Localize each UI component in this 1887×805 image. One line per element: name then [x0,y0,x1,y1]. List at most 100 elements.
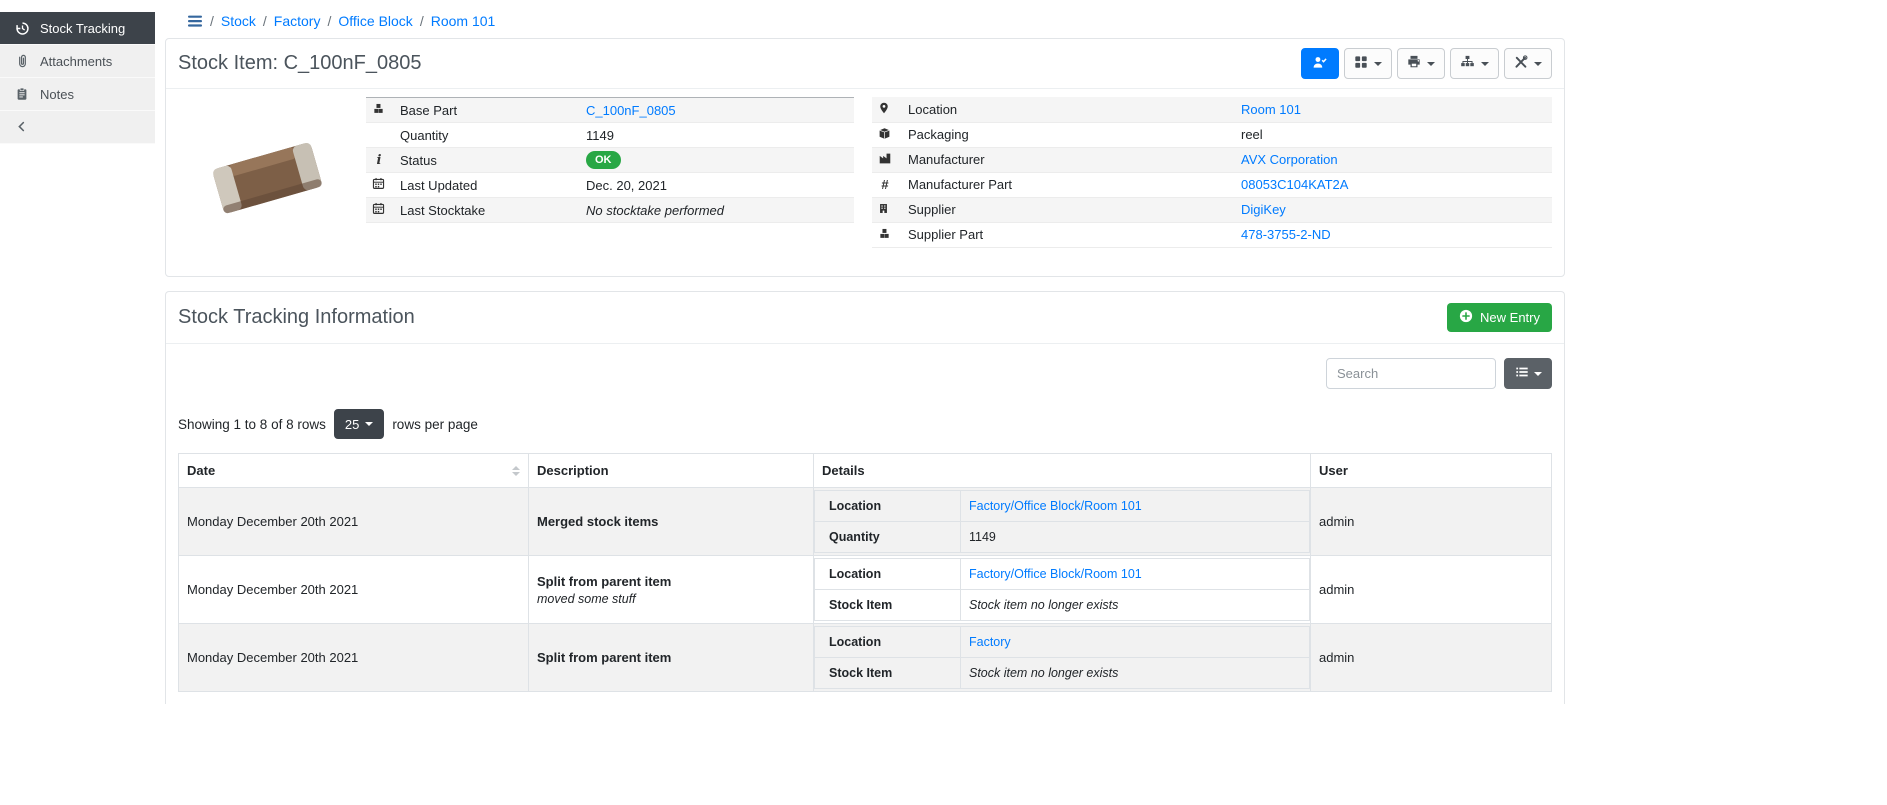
description-text: Split from parent item [537,650,805,665]
breadcrumb-link-stock[interactable]: Stock [221,13,256,29]
detail-row-manufacturer: Manufacturer AVX Corporation [872,147,1552,172]
tracking-row: Monday December 20th 2021 Split from par… [179,624,1552,692]
stock-tracking-panel: Stock Tracking Information New Entry [165,291,1565,704]
item-detail-table-right: Location Room 101 Packaging reel Manufac… [872,97,1552,248]
location-link[interactable]: Factory/Office Block/Room 101 [969,567,1142,581]
page-title: Stock Item: C_100nF_0805 [178,52,421,75]
location-link[interactable]: Factory [969,635,1011,649]
location-link[interactable]: Factory/Office Block/Room 101 [969,499,1142,513]
stock-actions-dropdown-button[interactable] [1450,48,1499,79]
manufacturer-part-link[interactable]: 08053C104KAT2A [1241,177,1348,192]
sidebar-item-label: Stock Tracking [40,21,125,36]
column-header-date[interactable]: Date [179,454,529,488]
toolbar [1301,48,1552,79]
detail-label: Quantity [394,123,580,148]
map-marker-icon [878,103,890,118]
tracking-row: Monday December 20th 2021 Split from par… [179,556,1552,624]
table-controls [178,344,1552,399]
detail-subrow: Stock Item Stock item no longer exists [815,658,1310,689]
detail-label: Supplier Part [902,222,1235,247]
last-stocktake-value: No stocktake performed [580,198,854,223]
description-text: Split from parent item [537,574,805,589]
detail-label: Status [394,148,580,173]
packaging-value: reel [1235,122,1552,147]
box-icon [878,128,891,143]
detail-label: Last Updated [394,173,580,198]
sidebar-item-attachments[interactable]: Attachments [0,45,155,78]
user-cell: admin [1311,488,1552,556]
detail-label: Location [815,627,961,658]
detail-label: Quantity [815,522,961,553]
info-icon: i [372,153,386,168]
description-cell: Split from parent item moved some stuff [529,556,814,624]
detail-label: Location [815,491,961,522]
breadcrumb-link-office-block[interactable]: Office Block [338,13,412,29]
tracking-table: Date Description Details User Monday Dec… [178,453,1552,692]
detail-subrow: Location Factory/Office Block/Room 101 [815,491,1310,522]
breadcrumb-separator: / [327,13,331,29]
supplier-part-link[interactable]: 478-3755-2-ND [1241,227,1331,242]
detail-row-supplier-part: Supplier Part 478-3755-2-ND [872,222,1552,247]
detail-value: 1149 [961,522,1310,553]
boxes-icon [878,228,891,243]
detail-row-supplier: Supplier DigiKey [872,197,1552,222]
manufacturer-link[interactable]: AVX Corporation [1241,152,1338,167]
columns-dropdown-button[interactable] [1504,358,1552,389]
description-note: moved some stuff [537,592,805,606]
detail-row-packaging: Packaging reel [872,122,1552,147]
sidebar-item-notes[interactable]: Notes [0,78,155,111]
detail-label: Manufacturer Part [902,172,1235,197]
page-size-value: 25 [345,417,359,432]
stock-adjust-button[interactable] [1301,48,1339,79]
part-thumbnail[interactable] [178,97,356,252]
location-link[interactable]: Room 101 [1241,102,1301,117]
search-input[interactable] [1326,358,1496,389]
calendar-icon [372,178,385,193]
date-cell: Monday December 20th 2021 [179,624,529,692]
detail-row-base-part: Base Part C_100nF_0805 [366,98,854,123]
menu-icon[interactable] [187,13,203,29]
showing-rows-text: Showing 1 to 8 of 8 rows [178,417,326,432]
last-updated-value: Dec. 20, 2021 [580,173,854,198]
note-icon [14,87,30,101]
item-detail-table-left: Base Part C_100nF_0805 Quantity 1149 i S… [366,97,854,223]
base-part-link[interactable]: C_100nF_0805 [586,103,676,118]
detail-label: Manufacturer [902,147,1235,172]
breadcrumb: / Stock / Factory / Office Block / Room … [165,0,1565,38]
breadcrumb-link-factory[interactable]: Factory [274,13,321,29]
options-dropdown-button[interactable] [1344,48,1392,79]
breadcrumb-link-room-101[interactable]: Room 101 [431,13,496,29]
caret-down-icon [1374,62,1382,66]
sidebar-item-stock-tracking[interactable]: Stock Tracking [0,12,155,45]
description-cell: Split from parent item [529,624,814,692]
tracking-row: Monday December 20th 2021 Merged stock i… [179,488,1552,556]
date-cell: Monday December 20th 2021 [179,556,529,624]
tracking-table-header-row: Date Description Details User [179,454,1552,488]
user-cell: admin [1311,556,1552,624]
user-check-icon [1312,55,1328,73]
new-entry-label: New Entry [1480,310,1540,325]
detail-subrow: Location Factory/Office Block/Room 101 [815,559,1310,590]
supplier-link[interactable]: DigiKey [1241,202,1286,217]
capacitor-image [192,115,342,235]
details-cell: Location Factory/Office Block/Room 101 S… [814,556,1311,624]
new-entry-button[interactable]: New Entry [1447,303,1552,332]
detail-row-quantity: Quantity 1149 [366,123,854,148]
sidebar: Stock Tracking Attachments Notes [0,12,155,144]
breadcrumb-separator: / [420,13,424,29]
sidebar-collapse-button[interactable] [0,111,155,144]
tools-dropdown-button[interactable] [1504,48,1552,79]
detail-label: Supplier [902,197,1235,222]
page-size-dropdown[interactable]: 25 [334,409,384,439]
detail-row-manufacturer-part: # Manufacturer Part 08053C104KAT2A [872,172,1552,197]
date-cell: Monday December 20th 2021 [179,488,529,556]
column-header-label: Date [187,463,215,478]
print-dropdown-button[interactable] [1397,48,1445,79]
chevron-left-icon [14,120,30,134]
column-header-description: Description [529,454,814,488]
section-title: Stock Tracking Information [178,306,415,329]
industry-icon [878,153,892,168]
caret-down-icon [1534,62,1542,66]
sidebar-item-label: Notes [40,87,74,102]
detail-subrow: Quantity 1149 [815,522,1310,553]
